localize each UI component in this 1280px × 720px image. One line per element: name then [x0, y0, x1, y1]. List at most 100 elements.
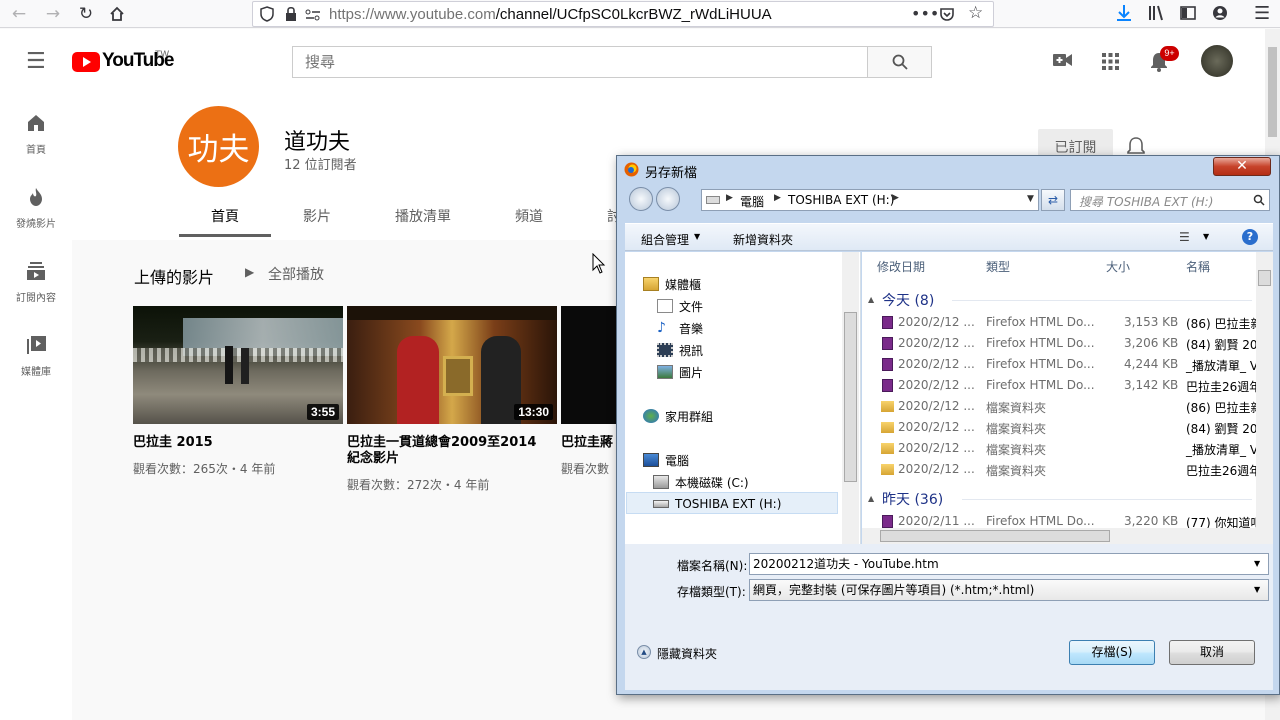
menu-icon[interactable]: ☰	[1254, 3, 1270, 24]
file-row[interactable]: 2020/2/12 ... Firefox HTML Do... 4,244 KB _…	[880, 354, 1260, 374]
uploads-shelf-title[interactable]: 上傳的影片	[134, 264, 214, 288]
filetype-select[interactable]: 網頁，完整封裝 (可保存圖片等項目) (*.htm;*.html) ▼	[749, 579, 1269, 601]
video-thumbnail[interactable]: 13:30	[347, 306, 557, 424]
group-header-today[interactable]: 今天 (8)	[882, 290, 934, 310]
file-row[interactable]: 2020/2/12 ... Firefox HTML Do... 3,153 KB (…	[880, 312, 1262, 332]
folder-row[interactable]: 2020/2/12 ... 檔案資料夾 (84) 劉賢 20	[880, 417, 1260, 437]
page-actions-icon[interactable]: •••	[911, 4, 939, 23]
refresh-icon[interactable]: ⇄	[1041, 189, 1065, 211]
cancel-button[interactable]: 取消	[1169, 640, 1255, 665]
nav-pane-scrollbar-thumb[interactable]	[844, 312, 857, 482]
column-header-name[interactable]: 名稱	[1186, 258, 1210, 275]
tab-home[interactable]: 首頁	[211, 206, 239, 226]
organize-button[interactable]: 組合管理	[641, 231, 689, 248]
collapse-arrow-icon[interactable]: ▲	[868, 295, 874, 304]
nav-item-drive-h[interactable]: TOSHIBA EXT (H:)	[653, 494, 781, 514]
nav-item-videos[interactable]: 視訊	[657, 340, 703, 360]
address-bar[interactable]: ▶ 電腦 ▶ TOSHIBA EXT (H:) ▶ ▼	[701, 189, 1039, 211]
video-title[interactable]: 巴拉圭 2015	[133, 435, 333, 451]
view-options-icon[interactable]: ☰	[1179, 230, 1190, 244]
guide-item-trending[interactable]: 發燒影片	[0, 185, 72, 255]
account-icon[interactable]	[1212, 5, 1228, 25]
nav-item-computer[interactable]: 電腦	[643, 450, 689, 470]
search-input[interactable]	[293, 47, 867, 77]
file-pane-scrollbar[interactable]	[1256, 252, 1273, 544]
youtube-logo-icon[interactable]	[72, 52, 100, 72]
filename-value: 20200212道功夫 - YouTube.htm	[753, 557, 939, 571]
collapse-folders-icon[interactable]: ▲	[637, 645, 651, 659]
nav-item-drive-c[interactable]: 本機磁碟 (C:)	[653, 472, 749, 492]
url-bar[interactable]: https://www.youtube.com/channel/UCfpSC0L…	[252, 1, 994, 27]
library-toolbar-icon[interactable]	[1148, 4, 1166, 26]
page-scrollbar-thumb[interactable]	[1268, 47, 1277, 137]
nav-item-documents[interactable]: 文件	[657, 296, 703, 316]
nav-item-libraries[interactable]: 媒體櫃	[643, 274, 701, 294]
column-header-type[interactable]: 類型	[986, 258, 1010, 275]
folder-row[interactable]: 2020/2/12 ... 檔案資料夾 巴拉圭26週年	[880, 459, 1261, 479]
video-thumbnail[interactable]	[561, 306, 616, 424]
column-header-size[interactable]: 大小	[1106, 258, 1130, 275]
tab-channels[interactable]: 頻道	[515, 206, 543, 226]
nav-item-music[interactable]: ♪ 音樂	[657, 318, 703, 338]
column-header-date[interactable]: 修改日期	[877, 258, 925, 275]
shield-icon[interactable]	[260, 6, 274, 26]
tab-playlists[interactable]: 播放清單	[395, 206, 451, 226]
forward-nav-icon[interactable]	[656, 187, 680, 211]
guide-item-subscriptions[interactable]: 訂閱內容	[0, 259, 72, 329]
video-title[interactable]: 巴拉圭一貫道總會2009至2014紀念影片	[347, 435, 547, 467]
channel-avatar[interactable]: 功夫	[178, 106, 259, 187]
lock-icon[interactable]	[285, 6, 297, 26]
chevron-down-icon[interactable]: ▼	[1254, 554, 1260, 574]
guide-item-library[interactable]: 媒體庫	[0, 333, 72, 403]
new-folder-button[interactable]: 新增資料夾	[733, 231, 793, 248]
collapse-arrow-icon[interactable]: ▲	[868, 494, 874, 503]
video-thumbnail[interactable]: 3:55	[133, 306, 343, 424]
downloads-icon[interactable]	[1115, 4, 1133, 26]
horizontal-scrollbar-thumb[interactable]	[880, 530, 1110, 542]
dialog-close-button[interactable]: ✕	[1213, 157, 1271, 176]
file-pane-scrollbar-thumb[interactable]	[1258, 270, 1271, 286]
nav-pane-scrollbar[interactable]	[842, 252, 859, 544]
chevron-down-icon[interactable]: ▼	[1027, 194, 1034, 204]
account-avatar[interactable]	[1201, 45, 1233, 77]
reload-icon[interactable]: ↻	[75, 3, 97, 25]
chevron-down-icon[interactable]: ▼	[1203, 232, 1209, 241]
home-button-icon[interactable]	[106, 3, 128, 25]
group-header-yesterday[interactable]: 昨天 (36)	[882, 489, 943, 509]
sidebar-toggle-icon[interactable]	[1180, 5, 1196, 25]
permissions-icon[interactable]	[305, 7, 321, 26]
play-all-icon[interactable]: ▶	[245, 265, 254, 279]
play-all-button[interactable]: 全部播放	[268, 264, 324, 284]
breadcrumb-item[interactable]: 電腦	[740, 193, 764, 210]
file-row[interactable]: 2020/2/12 ... Firefox HTML Do... 3,142 KB 巴…	[880, 375, 1261, 395]
chevron-down-icon[interactable]: ▼	[1254, 580, 1260, 600]
apps-grid-icon[interactable]	[1102, 53, 1119, 74]
folder-icon	[881, 443, 894, 454]
mouse-cursor-icon	[592, 252, 606, 279]
save-button[interactable]: 存檔(S)	[1069, 640, 1155, 665]
back-nav-icon[interactable]	[629, 187, 653, 211]
hide-folders-button[interactable]: 隱藏資料夾	[657, 645, 717, 662]
hamburger-menu-icon[interactable]: ☰	[26, 49, 46, 74]
video-title[interactable]: 巴拉圭蔣	[561, 435, 616, 451]
forward-icon[interactable]: →	[42, 3, 64, 25]
dialog-search-input[interactable]: 搜尋 TOSHIBA EXT (H:)	[1070, 189, 1270, 211]
tab-videos[interactable]: 影片	[303, 206, 331, 226]
create-video-icon[interactable]	[1053, 52, 1073, 72]
filename-input[interactable]: 20200212道功夫 - YouTube.htm ▼	[749, 553, 1269, 575]
guide-item-home[interactable]: 首頁	[0, 111, 72, 181]
file-row[interactable]: 2020/2/12 ... Firefox HTML Do... 3,206 KB (…	[880, 333, 1260, 353]
search-button[interactable]	[867, 46, 932, 78]
horizontal-scrollbar[interactable]	[862, 528, 1256, 544]
nav-item-homegroup[interactable]: 家用群組	[643, 406, 713, 426]
folder-row[interactable]: 2020/2/12 ... 檔案資料夾 _播放清單_ V	[880, 438, 1260, 458]
breadcrumb-item[interactable]: TOSHIBA EXT (H:)	[788, 193, 894, 207]
folder-row[interactable]: 2020/2/12 ... 檔案資料夾 (86) 巴拉圭新	[880, 396, 1262, 416]
nav-item-pictures[interactable]: 圖片	[657, 362, 703, 382]
help-icon[interactable]: ?	[1242, 229, 1258, 245]
back-icon[interactable]: ←	[8, 3, 30, 25]
folder-icon	[881, 422, 894, 433]
chevron-down-icon[interactable]: ▼	[694, 232, 700, 241]
pocket-icon[interactable]	[939, 6, 955, 26]
bookmark-star-icon[interactable]: ☆	[968, 3, 983, 23]
